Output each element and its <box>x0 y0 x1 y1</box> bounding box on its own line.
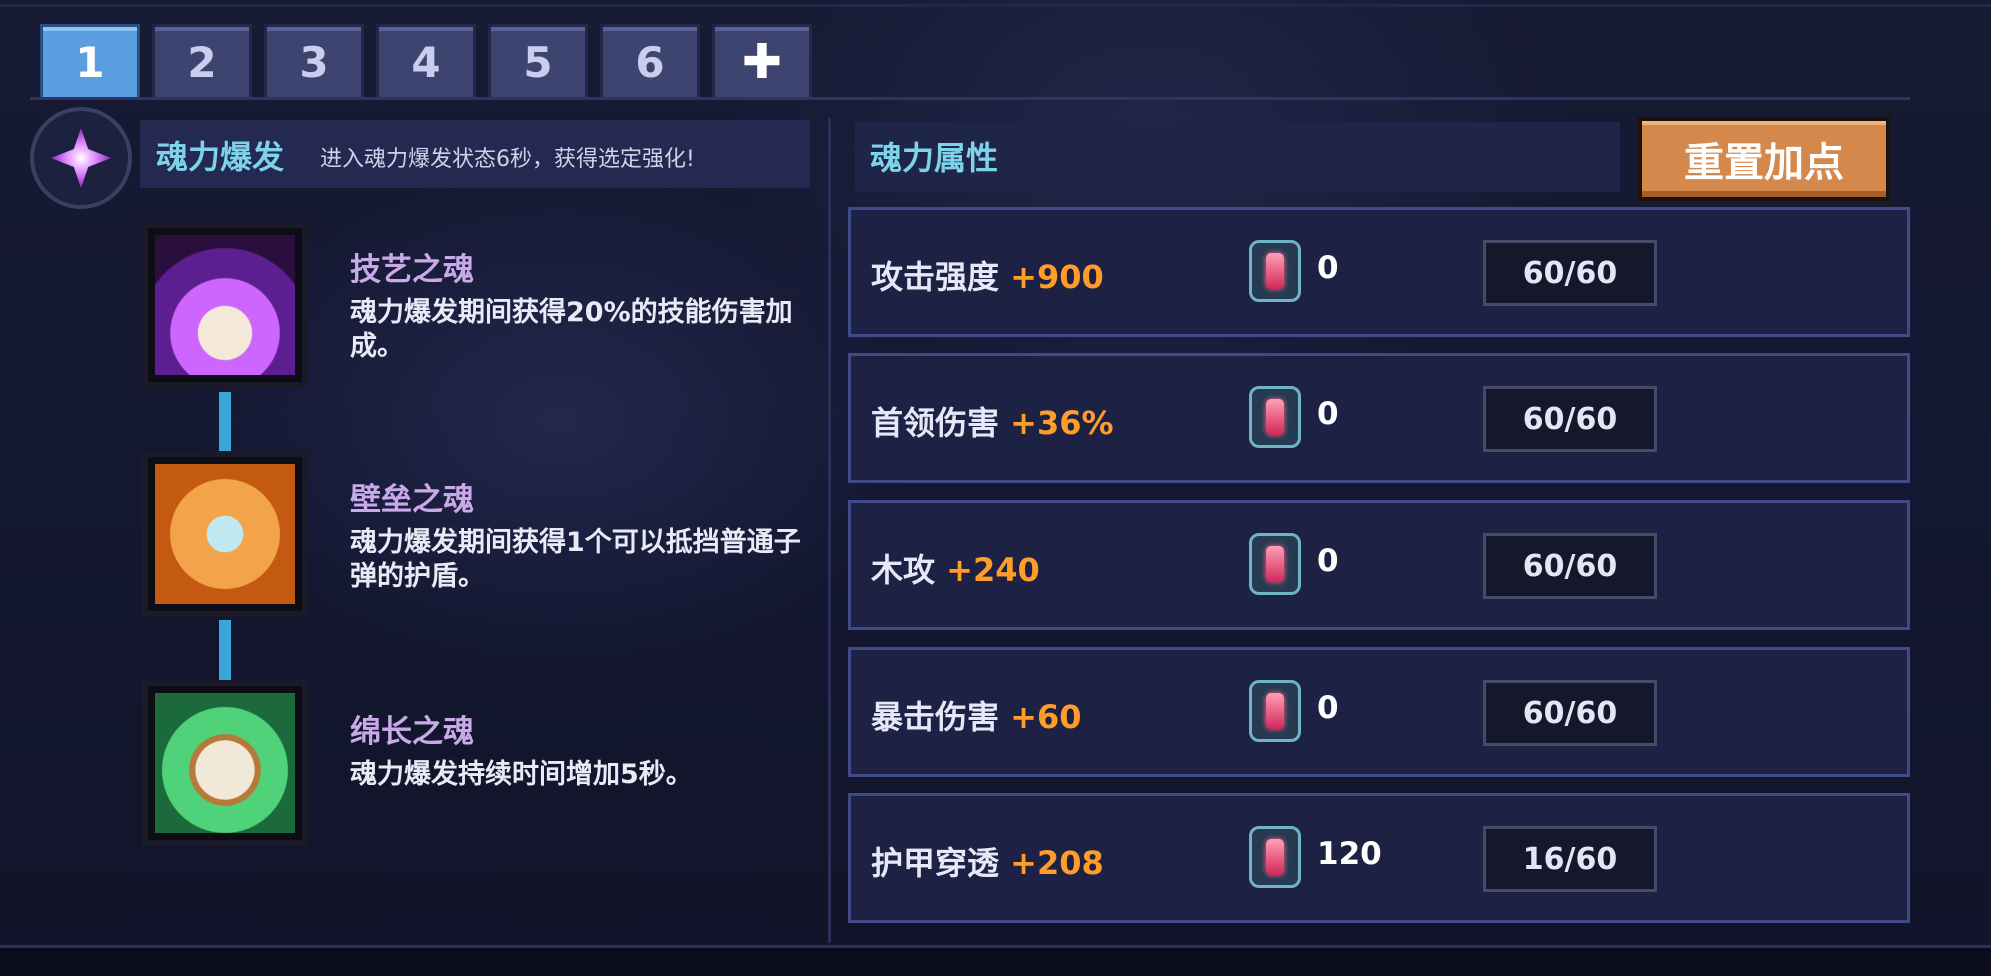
red-gem-icon <box>1249 533 1301 595</box>
attributes-title: 魂力属性 <box>870 139 999 177</box>
gem-count: 120 <box>1317 836 1382 872</box>
attribute-row[interactable]: 护甲穿透 +208 120 16/60 <box>848 793 1910 923</box>
attribute-row[interactable]: 攻击强度 +900 0 60/60 <box>848 207 1910 337</box>
red-gem-icon <box>1249 680 1301 742</box>
attribute-row[interactable]: 木攻 +240 0 60/60 <box>848 500 1910 630</box>
skill-description: 魂力爆发期间获得1个可以抵挡普通子弹的护盾。 <box>350 527 801 592</box>
gem-count: 0 <box>1317 543 1339 579</box>
add-tab-button[interactable]: ✚ <box>712 24 812 97</box>
attribute-level: 60/60 <box>1483 533 1657 599</box>
attribute-level: 60/60 <box>1483 680 1657 746</box>
tab-6[interactable]: 6 <box>600 24 700 97</box>
skill-name: 技艺之魂 <box>350 252 474 288</box>
attribute-bonus: +900 <box>1010 258 1104 296</box>
plus-icon: ✚ <box>741 34 783 90</box>
soul-burst-crystal-icon[interactable] <box>30 107 132 209</box>
soul-burst-title: 魂力爆发 <box>156 138 285 176</box>
red-gem-icon <box>1249 386 1301 448</box>
gem-count: 0 <box>1317 396 1339 432</box>
tab-2[interactable]: 2 <box>152 24 252 97</box>
attribute-name: 首领伤害 <box>871 404 1000 442</box>
tab-1[interactable]: 1 <box>40 24 140 97</box>
attribute-level: 16/60 <box>1483 826 1657 892</box>
tab-5[interactable]: 5 <box>488 24 588 97</box>
tabs-divider <box>30 97 1910 100</box>
stopwatch-icon <box>155 693 295 833</box>
attribute-name: 攻击强度 <box>871 258 1000 296</box>
skill-description: 魂力爆发持续时间增加5秒。 <box>350 759 693 790</box>
skill-description: 魂力爆发期间获得20%的技能伤害加成。 <box>350 297 793 362</box>
attribute-row[interactable]: 暴击伤害 +60 0 60/60 <box>848 647 1910 777</box>
skill-slot-3[interactable] <box>142 680 308 846</box>
skill-slot-1[interactable] <box>142 222 308 388</box>
skill-name: 壁垒之魂 <box>350 482 474 518</box>
attribute-name: 木攻 <box>871 551 936 589</box>
loadout-tabs: 1 2 3 4 5 6 ✚ <box>40 24 812 100</box>
attribute-name: 暴击伤害 <box>871 698 1000 736</box>
attribute-bonus: +36% <box>1010 404 1114 442</box>
attribute-name: 护甲穿透 <box>871 844 1000 882</box>
attribute-bonus: +240 <box>946 551 1040 589</box>
shield-sword-icon <box>155 464 295 604</box>
tab-4[interactable]: 4 <box>376 24 476 97</box>
reset-points-button[interactable]: 重置加点 <box>1638 117 1890 201</box>
attribute-level: 60/60 <box>1483 240 1657 306</box>
purple-flame-book-icon <box>155 235 295 375</box>
bottom-bar <box>0 945 1991 976</box>
skill-connector <box>219 392 231 452</box>
tab-3[interactable]: 3 <box>264 24 364 97</box>
attribute-level: 60/60 <box>1483 386 1657 452</box>
top-border <box>0 4 1991 7</box>
attribute-row[interactable]: 首领伤害 +36% 0 60/60 <box>848 353 1910 483</box>
red-gem-icon <box>1249 240 1301 302</box>
skill-slot-2[interactable] <box>142 451 308 617</box>
soul-burst-description: 进入魂力爆发状态6秒，获得选定强化! <box>320 147 695 172</box>
skill-connector <box>219 620 231 680</box>
attribute-bonus: +60 <box>1010 698 1082 736</box>
gem-count: 0 <box>1317 250 1339 286</box>
red-gem-icon <box>1249 826 1301 888</box>
gem-count: 0 <box>1317 690 1339 726</box>
skill-name: 绵长之魂 <box>350 714 474 750</box>
attribute-bonus: +208 <box>1010 844 1104 882</box>
panel-divider <box>828 118 831 943</box>
